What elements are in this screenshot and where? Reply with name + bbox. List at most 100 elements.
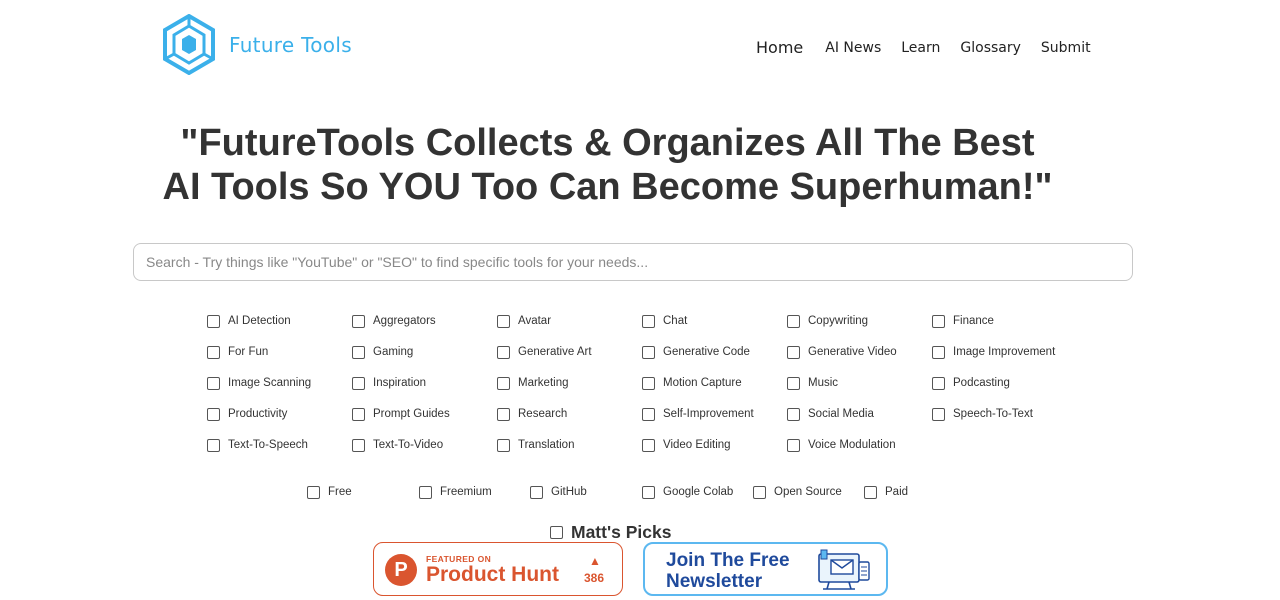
filter-checkbox-inspiration[interactable]: Inspiration — [352, 374, 497, 392]
filter-checkbox-image-improvement[interactable]: Image Improvement — [932, 343, 1077, 361]
checkbox[interactable] — [419, 485, 432, 499]
filter-checkbox-generative-code[interactable]: Generative Code — [642, 343, 787, 361]
checkbox[interactable] — [642, 314, 655, 328]
checkbox-label: Generative Code — [663, 346, 750, 358]
checkbox-label: AI Detection — [228, 315, 291, 327]
nav-learn[interactable]: Learn — [901, 40, 940, 56]
checkbox[interactable] — [932, 407, 945, 421]
filter-checkbox-aggregators[interactable]: Aggregators — [352, 312, 497, 330]
checkbox[interactable] — [753, 485, 766, 499]
filter-checkbox-music[interactable]: Music — [787, 374, 932, 392]
filter-checkbox-google-colab[interactable]: Google Colab — [642, 483, 733, 501]
checkbox[interactable] — [787, 438, 800, 452]
checkbox-label: Aggregators — [373, 315, 436, 327]
filter-checkbox-motion-capture[interactable]: Motion Capture — [642, 374, 787, 392]
checkbox[interactable] — [787, 345, 800, 359]
logo[interactable]: Future Tools — [162, 14, 352, 75]
checkbox[interactable] — [530, 485, 543, 499]
filter-checkbox-text-to-video[interactable]: Text-To-Video — [352, 436, 497, 454]
checkbox[interactable] — [307, 485, 320, 499]
matts-picks-checkbox[interactable]: Matt's Picks — [550, 522, 671, 543]
filter-checkbox-video-editing[interactable]: Video Editing — [642, 436, 787, 454]
checkbox[interactable] — [550, 526, 563, 539]
checkbox-label: Video Editing — [663, 439, 731, 451]
checkbox-label: For Fun — [228, 346, 269, 358]
checkbox-label: Text-To-Speech — [228, 439, 308, 451]
filter-checkbox-finance[interactable]: Finance — [932, 312, 1077, 330]
checkbox[interactable] — [497, 407, 510, 421]
checkbox[interactable] — [787, 407, 800, 421]
checkbox[interactable] — [207, 407, 220, 421]
checkbox[interactable] — [352, 314, 365, 328]
logo-hexagon-icon — [163, 14, 215, 75]
filter-checkbox-text-to-speech[interactable]: Text-To-Speech — [207, 436, 352, 454]
filter-checkbox-voice-modulation[interactable]: Voice Modulation — [787, 436, 932, 454]
checkbox[interactable] — [497, 376, 510, 390]
filter-checkbox-for-fun[interactable]: For Fun — [207, 343, 352, 361]
checkbox-label: Prompt Guides — [373, 408, 450, 420]
filter-checkbox-ai-detection[interactable]: AI Detection — [207, 312, 352, 330]
checkbox[interactable] — [207, 345, 220, 359]
filter-checkbox-podcasting[interactable]: Podcasting — [932, 374, 1077, 392]
filter-checkbox-open-source[interactable]: Open Source — [753, 483, 842, 501]
filter-checkbox-research[interactable]: Research — [497, 405, 642, 423]
newsletter-envelope-icon — [818, 549, 870, 590]
filter-checkbox-generative-art[interactable]: Generative Art — [497, 343, 642, 361]
filter-checkbox-freemium[interactable]: Freemium — [419, 483, 492, 501]
checkbox[interactable] — [787, 376, 800, 390]
nav-submit[interactable]: Submit — [1041, 40, 1091, 56]
search-input[interactable] — [133, 243, 1133, 281]
newsletter-button[interactable]: Join The Free Newsletter — [643, 542, 888, 596]
filter-checkbox-social-media[interactable]: Social Media — [787, 405, 932, 423]
filter-checkbox-generative-video[interactable]: Generative Video — [787, 343, 932, 361]
checkbox[interactable] — [207, 438, 220, 452]
filter-checkbox-chat[interactable]: Chat — [642, 312, 787, 330]
product-hunt-name: Product Hunt — [426, 563, 559, 586]
hero-line-1: "FutureTools Collects & Organizes All Th… — [180, 122, 1035, 164]
filter-checkbox-copywriting[interactable]: Copywriting — [787, 312, 932, 330]
checkbox[interactable] — [932, 376, 945, 390]
checkbox[interactable] — [352, 407, 365, 421]
checkbox[interactable] — [932, 345, 945, 359]
filter-checkbox-avatar[interactable]: Avatar — [497, 312, 642, 330]
filter-checkbox-marketing[interactable]: Marketing — [497, 374, 642, 392]
filter-checkbox-productivity[interactable]: Productivity — [207, 405, 352, 423]
checkbox-label: Marketing — [518, 377, 569, 389]
checkbox[interactable] — [352, 376, 365, 390]
filter-checkbox-github[interactable]: GitHub — [530, 483, 587, 501]
checkbox[interactable] — [352, 345, 365, 359]
checkbox-label: Self-Improvement — [663, 408, 754, 420]
filter-checkbox-gaming[interactable]: Gaming — [352, 343, 497, 361]
checkbox-label: GitHub — [551, 486, 587, 498]
checkbox[interactable] — [497, 314, 510, 328]
checkbox[interactable] — [642, 345, 655, 359]
checkbox[interactable] — [497, 345, 510, 359]
checkbox[interactable] — [932, 314, 945, 328]
checkbox[interactable] — [352, 438, 365, 452]
checkbox[interactable] — [207, 314, 220, 328]
checkbox-label: Open Source — [774, 486, 842, 498]
filter-checkbox-translation[interactable]: Translation — [497, 436, 642, 454]
checkbox[interactable] — [642, 376, 655, 390]
checkbox[interactable] — [207, 376, 220, 390]
nav-glossary[interactable]: Glossary — [960, 40, 1021, 56]
checkbox[interactable] — [497, 438, 510, 452]
logo-text: Future Tools — [229, 32, 352, 57]
filter-checkbox-speech-to-text[interactable]: Speech-To-Text — [932, 405, 1077, 423]
checkbox-label: Copywriting — [808, 315, 869, 327]
checkbox-label: Social Media — [808, 408, 874, 420]
filter-checkbox-image-scanning[interactable]: Image Scanning — [207, 374, 352, 392]
filter-checkbox-prompt-guides[interactable]: Prompt Guides — [352, 405, 497, 423]
checkbox[interactable] — [864, 485, 877, 499]
filter-checkbox-free[interactable]: Free — [307, 483, 352, 501]
filter-checkbox-self-improvement[interactable]: Self-Improvement — [642, 405, 787, 423]
checkbox[interactable] — [642, 485, 655, 499]
checkbox[interactable] — [787, 314, 800, 328]
filter-checkbox-paid[interactable]: Paid — [864, 483, 908, 501]
nav-ai-news[interactable]: AI News — [825, 40, 881, 56]
product-hunt-badge[interactable]: P FEATURED ON Product Hunt ▲ 386 — [373, 542, 623, 596]
nav-home[interactable]: Home — [756, 38, 803, 57]
checkbox[interactable] — [642, 407, 655, 421]
checkbox-label: Freemium — [440, 486, 492, 498]
checkbox[interactable] — [642, 438, 655, 452]
